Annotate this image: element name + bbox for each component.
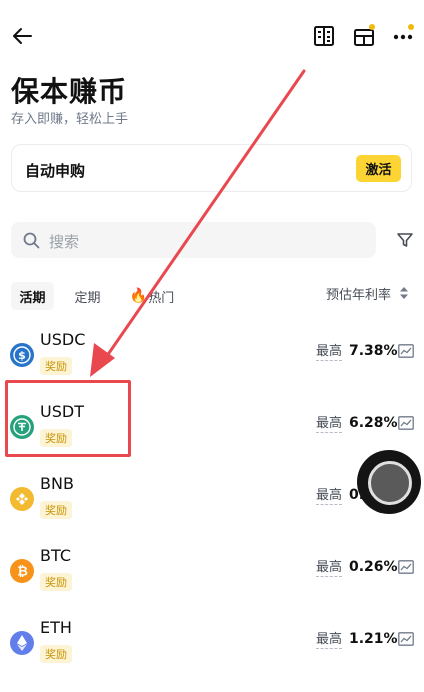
- max-label: 最高: [316, 344, 343, 361]
- svg-text:₿: ₿: [17, 565, 28, 580]
- chart-icon[interactable]: [398, 416, 414, 430]
- max-label: 最高: [316, 632, 343, 649]
- coin-row-btc[interactable]: ₿ BTC 奖励 最高 0.26%: [0, 546, 424, 620]
- svg-text:$: $: [18, 349, 26, 362]
- coin-name: USDC: [40, 330, 86, 349]
- coin-row-eth[interactable]: ETH 奖励 最高 1.21%: [0, 618, 424, 692]
- sort-arrows-icon: [400, 287, 408, 299]
- search-icon: [23, 232, 40, 249]
- activate-button[interactable]: 激活: [356, 155, 401, 182]
- max-label: 最高: [316, 488, 343, 505]
- filter-button[interactable]: [394, 229, 416, 251]
- tab-label: 热门: [148, 290, 175, 306]
- search-placeholder: 搜索: [49, 233, 80, 251]
- coin-name: BNB: [40, 474, 74, 493]
- layout-notification-dot: [369, 24, 375, 30]
- reward-badge: 奖励: [40, 501, 72, 519]
- auto-subscribe-label: 自动申购: [25, 162, 86, 180]
- coin-name: BTC: [40, 546, 71, 565]
- btc-icon: ₿: [10, 559, 34, 583]
- annotation-highlight-box: [5, 380, 131, 457]
- coin-name: ETH: [40, 618, 72, 637]
- reward-badge: 奖励: [40, 645, 72, 663]
- filter-icon: [397, 233, 413, 247]
- search-input[interactable]: 搜索: [11, 222, 376, 258]
- tab-hot[interactable]: 🔥 热门: [124, 282, 180, 310]
- tab-label: 活期: [19, 290, 46, 306]
- reward-badge: 奖励: [40, 357, 72, 375]
- tab-flexible[interactable]: 活期: [11, 282, 54, 310]
- arrow-left-icon: [13, 28, 32, 44]
- apr-value: 6.28%: [349, 415, 398, 431]
- floating-assistive-button[interactable]: [357, 450, 421, 514]
- tab-label: 定期: [74, 290, 101, 306]
- orders-button[interactable]: [312, 24, 336, 48]
- sort-by-apr[interactable]: 预估年利率: [326, 284, 391, 303]
- fire-icon: 🔥: [129, 288, 148, 304]
- apr-value: 0.26%: [349, 559, 398, 575]
- page-subtitle: 存入即赚，轻松上手: [11, 112, 129, 127]
- bnb-icon: [10, 487, 34, 511]
- page-title: 保本赚币: [11, 75, 128, 108]
- eth-icon: [10, 631, 34, 655]
- max-label: 最高: [316, 560, 343, 577]
- chart-icon[interactable]: [398, 560, 414, 574]
- usdc-icon: $: [10, 343, 34, 367]
- reward-badge: 奖励: [40, 573, 72, 591]
- floating-ball-inner-icon: [368, 461, 412, 505]
- back-button[interactable]: [10, 24, 34, 48]
- tab-locked[interactable]: 定期: [66, 282, 109, 310]
- sort-label: 预估年利率: [326, 288, 392, 303]
- chart-icon[interactable]: [398, 344, 414, 358]
- apr-value: 7.38%: [349, 343, 398, 359]
- apr-value: 1.21%: [349, 631, 398, 647]
- auto-subscribe-card: 自动申购 激活: [11, 144, 412, 192]
- more-notification-dot: [408, 24, 414, 30]
- chart-icon[interactable]: [398, 632, 414, 646]
- max-label: 最高: [316, 416, 343, 433]
- orders-icon: [314, 26, 334, 46]
